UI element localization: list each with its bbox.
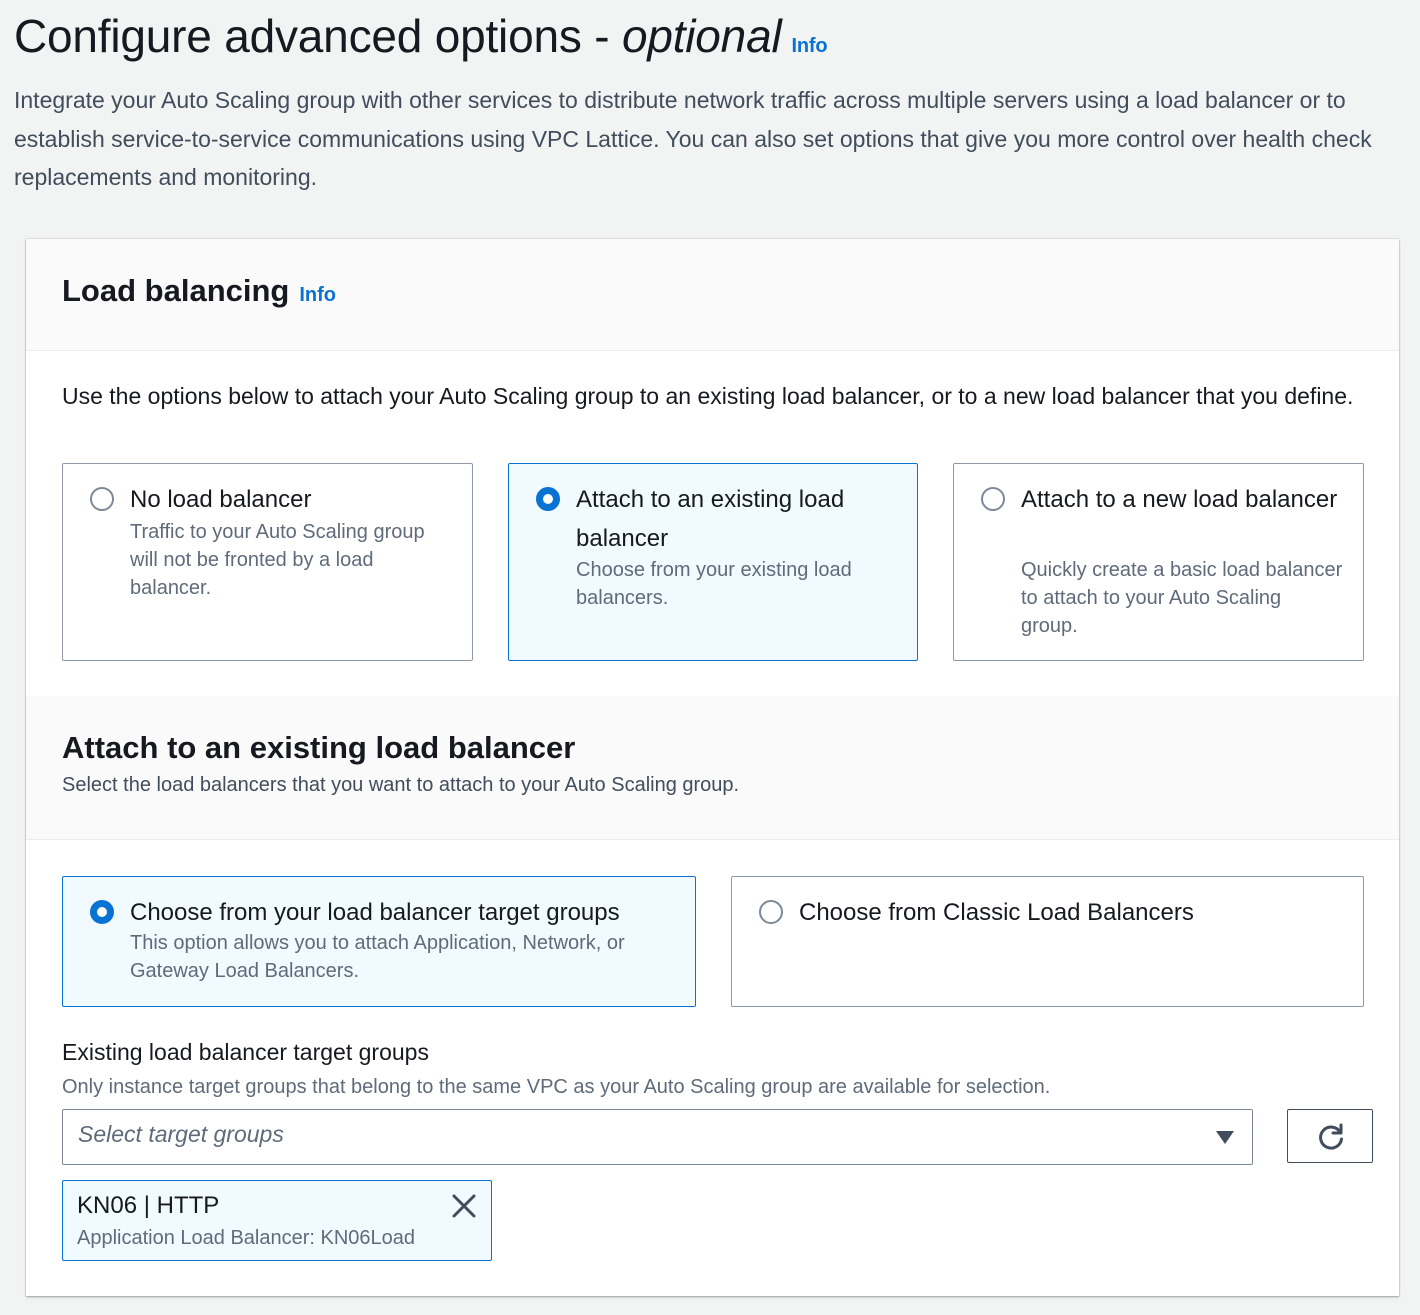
radio-new-load-balancer[interactable] xyxy=(981,487,1005,511)
option-target-groups[interactable]: Choose from your load balancer target gr… xyxy=(62,876,696,1007)
target-groups-label: Existing load balancer target groups xyxy=(62,1039,429,1065)
token-title: KN06 | HTTP xyxy=(77,1192,220,1219)
load-balancing-container: Load balancing Info Use the options below… xyxy=(26,239,1399,1296)
option-description: This option allows you to attach Applica… xyxy=(130,932,625,982)
target-groups-select[interactable]: Select target groups xyxy=(62,1109,1253,1165)
load-balancing-title-text: Load balancing xyxy=(62,273,290,308)
target-groups-description: Only instance target groups that belong … xyxy=(62,1076,1051,1098)
radio-existing-load-balancer[interactable] xyxy=(536,487,560,511)
option-description: Traffic to your Auto Scaling group will … xyxy=(130,521,425,599)
token-subtitle: Application Load Balancer: KN06Load xyxy=(77,1227,416,1249)
option-no-load-balancer[interactable]: No load balancer Traffic to your Auto Sc… xyxy=(62,463,473,661)
page-title-optional: optional xyxy=(621,10,782,62)
page-description: Integrate your Auto Scaling group with o… xyxy=(14,87,1372,190)
refresh-icon xyxy=(1319,1123,1343,1150)
selected-target-group-token: KN06 | HTTP Application Load Balancer: K… xyxy=(62,1180,492,1261)
option-existing-load-balancer[interactable]: Attach to an existing load balancer Choo… xyxy=(508,463,918,661)
radio-no-load-balancer[interactable] xyxy=(90,487,114,511)
refresh-button[interactable] xyxy=(1287,1109,1373,1163)
option-description: Choose from your existing load balancers… xyxy=(576,559,852,609)
option-description: Quickly create a basic load balancer to … xyxy=(1021,559,1343,637)
attach-existing-description: Select the load balancers that you want … xyxy=(62,774,740,796)
page-title: Configure advanced options - optional Inf… xyxy=(14,8,1394,74)
close-icon[interactable] xyxy=(449,1191,479,1221)
attach-existing-header: Attach to an existing load balancer Sele… xyxy=(26,696,1399,840)
load-balancing-title: Load balancing Info xyxy=(62,273,336,309)
attach-existing-title: Attach to an existing load balancer xyxy=(62,730,576,765)
target-groups-placeholder: Select target groups xyxy=(78,1121,284,1147)
option-label: No load balancer xyxy=(130,486,312,513)
option-label: Choose from your load balancer target gr… xyxy=(130,899,620,926)
option-classic-load-balancers[interactable]: Choose from Classic Load Balancers xyxy=(731,876,1364,1007)
radio-target-groups[interactable] xyxy=(90,900,114,924)
load-balancing-description: Use the options below to attach your Aut… xyxy=(62,383,1354,409)
radio-classic-load-balancers[interactable] xyxy=(759,900,783,924)
option-new-load-balancer[interactable]: Attach to a new load balancer Quickly cr… xyxy=(953,463,1364,661)
option-label: Attach to a new load balancer xyxy=(1021,486,1338,513)
page-info-link[interactable]: Info xyxy=(791,35,827,57)
page-title-text: Configure advanced options - xyxy=(14,10,622,62)
caret-down-icon xyxy=(1216,1131,1234,1144)
load-balancing-info-link[interactable]: Info xyxy=(299,284,336,306)
load-balancing-body: Use the options below to attach your Aut… xyxy=(26,351,1399,697)
load-balancing-header: Load balancing Info xyxy=(26,239,1399,351)
option-label: Attach to an existing load balancer xyxy=(576,486,845,552)
option-label: Choose from Classic Load Balancers xyxy=(799,899,1194,926)
page-header: Configure advanced options - optional Inf… xyxy=(14,8,1394,197)
